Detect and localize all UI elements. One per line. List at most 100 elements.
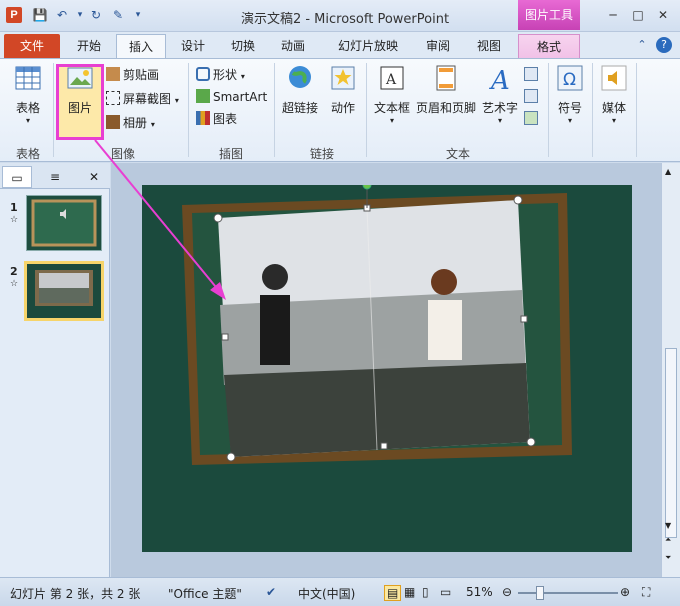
rotation-handle[interactable] — [362, 180, 372, 190]
shapes-icon — [196, 67, 210, 81]
tab-format[interactable]: 格式 — [518, 34, 580, 58]
fit-to-window-icon[interactable]: ⛶ — [642, 585, 650, 600]
slide-content — [182, 180, 572, 465]
chevron-down-icon: ▾ — [611, 116, 616, 125]
header-footer-label: 页眉和页脚 — [416, 101, 477, 115]
chevron-down-icon: ▾ — [150, 120, 155, 129]
zoom-out-icon[interactable]: ⊖ — [502, 585, 512, 599]
tab-transitions[interactable]: 切换 — [222, 34, 264, 58]
slide-thumbnail-1[interactable] — [26, 195, 102, 251]
slide-sorter-icon[interactable]: ▦ — [404, 585, 415, 599]
shapes-label: 形状 — [213, 68, 238, 82]
slide-thumbnail-1-preview — [31, 199, 97, 247]
slide-count-status: 幻灯片 第 2 张，共 2 张 — [10, 587, 141, 601]
date-time-button[interactable] — [524, 65, 541, 85]
slides-pane: ▭ ≡ ✕ 1 ☆ 2 ☆ — [0, 163, 110, 577]
media-label: 媒体 — [601, 101, 626, 115]
close-button[interactable]: ✕ — [652, 6, 674, 24]
previous-slide-icon[interactable]: ⏶ — [665, 535, 671, 545]
photo-album-button[interactable]: 相册 ▾ — [106, 113, 155, 133]
slideshow-view-icon[interactable]: ▭ — [440, 585, 451, 599]
wordart-icon: A — [489, 66, 510, 93]
format-painter-icon[interactable]: ✎ — [110, 7, 126, 23]
zoom-slider-thumb[interactable] — [536, 586, 544, 600]
scrollbar-thumb[interactable] — [665, 348, 677, 538]
tab-file[interactable]: 文件 — [4, 34, 60, 58]
svg-text:A: A — [385, 72, 397, 88]
next-slide-icon[interactable]: ⏷ — [665, 553, 671, 563]
minimize-button[interactable]: ─ — [602, 6, 624, 24]
slide-canvas[interactable] — [142, 180, 632, 552]
textbox-label: 文本框 — [373, 101, 410, 115]
undo-icon[interactable]: ↶ — [54, 7, 70, 23]
photo-album-icon — [106, 115, 120, 129]
photo-album-label: 相册 — [123, 116, 148, 130]
slide-number-button[interactable] — [524, 87, 541, 107]
vertical-scrollbar[interactable]: ▲ ▼ ⏶ ⏷ — [661, 163, 680, 577]
tab-animations[interactable]: 动画 — [272, 34, 314, 58]
tab-review[interactable]: 审阅 — [418, 34, 458, 58]
tab-home[interactable]: 开始 — [68, 34, 110, 58]
scroll-up-icon[interactable]: ▲ — [665, 167, 671, 176]
screenshot-button[interactable]: 屏幕截图 ▾ — [106, 89, 179, 109]
language-status[interactable]: 中文(中国) — [298, 585, 355, 602]
powerpoint-logo-icon[interactable]: P — [6, 7, 22, 23]
clipart-button[interactable]: 剪贴画 — [106, 65, 159, 85]
action-button[interactable]: 动作 — [324, 63, 362, 116]
smartart-label: SmartArt — [213, 90, 268, 104]
transition-star-icon: ☆ — [10, 279, 19, 289]
help-icon[interactable]: ? — [656, 37, 672, 53]
header-footer-button[interactable]: 页眉和页脚 — [416, 63, 476, 116]
hyperlink-button[interactable]: 超链接 — [280, 63, 320, 116]
picture-button-label: 图片 — [67, 101, 92, 115]
slides-tab-icon[interactable]: ▭ — [2, 166, 32, 188]
screenshot-icon — [106, 91, 120, 105]
table-button-label: 表格 — [15, 101, 40, 115]
chart-label: 图表 — [213, 112, 238, 126]
symbols-button[interactable]: Ω 符号 ▾ — [552, 63, 588, 125]
group-divider — [366, 63, 367, 157]
save-icon[interactable]: 💾 — [32, 7, 48, 23]
picture-button[interactable]: 图片 — [58, 63, 102, 116]
group-label-links: 链接 — [309, 147, 334, 161]
group-label-text: 文本 — [445, 147, 470, 161]
slide-thumbnail-2[interactable] — [24, 261, 104, 321]
normal-view-icon[interactable]: ▤ — [384, 585, 402, 601]
tab-insert[interactable]: 插入 — [116, 34, 166, 58]
textbox-button[interactable]: A 文本框 ▾ — [370, 63, 414, 125]
clipart-label: 剪贴画 — [123, 68, 160, 82]
textbox-icon: A — [380, 66, 404, 90]
chevron-down-icon: ▾ — [567, 116, 572, 125]
zoom-in-icon[interactable]: ⊕ — [620, 585, 630, 599]
wordart-button[interactable]: A 艺术字 ▾ — [480, 63, 520, 125]
table-button[interactable]: 表格 ▾ — [8, 63, 48, 125]
smartart-icon — [196, 89, 210, 103]
outline-tab-icon[interactable]: ≡ — [40, 166, 70, 188]
object-button[interactable] — [524, 109, 541, 129]
chart-button[interactable]: 图表 — [196, 109, 237, 129]
zoom-slider[interactable] — [518, 592, 618, 594]
undo-dropdown-icon[interactable]: ▾ — [72, 7, 88, 23]
reading-view-icon[interactable]: ▯ — [422, 585, 429, 599]
scroll-down-icon[interactable]: ▼ — [665, 521, 671, 530]
inserted-photo[interactable] — [218, 200, 530, 457]
customize-quick-access-icon[interactable]: ▾ — [130, 7, 146, 23]
clipart-icon — [106, 67, 120, 81]
smartart-button[interactable]: SmartArt — [196, 87, 267, 107]
group-divider — [636, 63, 637, 157]
close-pane-icon[interactable]: ✕ — [82, 166, 106, 188]
zoom-level[interactable]: 51% — [466, 585, 493, 599]
picture-icon — [67, 67, 93, 89]
tab-design[interactable]: 设计 — [172, 34, 214, 58]
group-divider — [274, 63, 275, 157]
maximize-button[interactable]: □ — [627, 6, 649, 24]
tab-slideshow[interactable]: 幻灯片放映 — [330, 34, 406, 58]
media-button[interactable]: 媒体 ▾ — [596, 63, 632, 125]
tab-view[interactable]: 视图 — [468, 34, 510, 58]
redo-icon[interactable]: ↻ — [88, 7, 104, 23]
spell-check-icon[interactable]: ✔ — [266, 585, 276, 599]
ribbon-minimize-icon[interactable]: ⌃ — [634, 37, 650, 53]
status-bar: 幻灯片 第 2 张，共 2 张 "Office 主题" ✔ 中文(中国) ▤ ▦… — [0, 577, 680, 606]
shapes-button[interactable]: 形状 ▾ — [196, 65, 245, 85]
pane-tabs: ▭ ≡ ✕ — [0, 163, 110, 189]
